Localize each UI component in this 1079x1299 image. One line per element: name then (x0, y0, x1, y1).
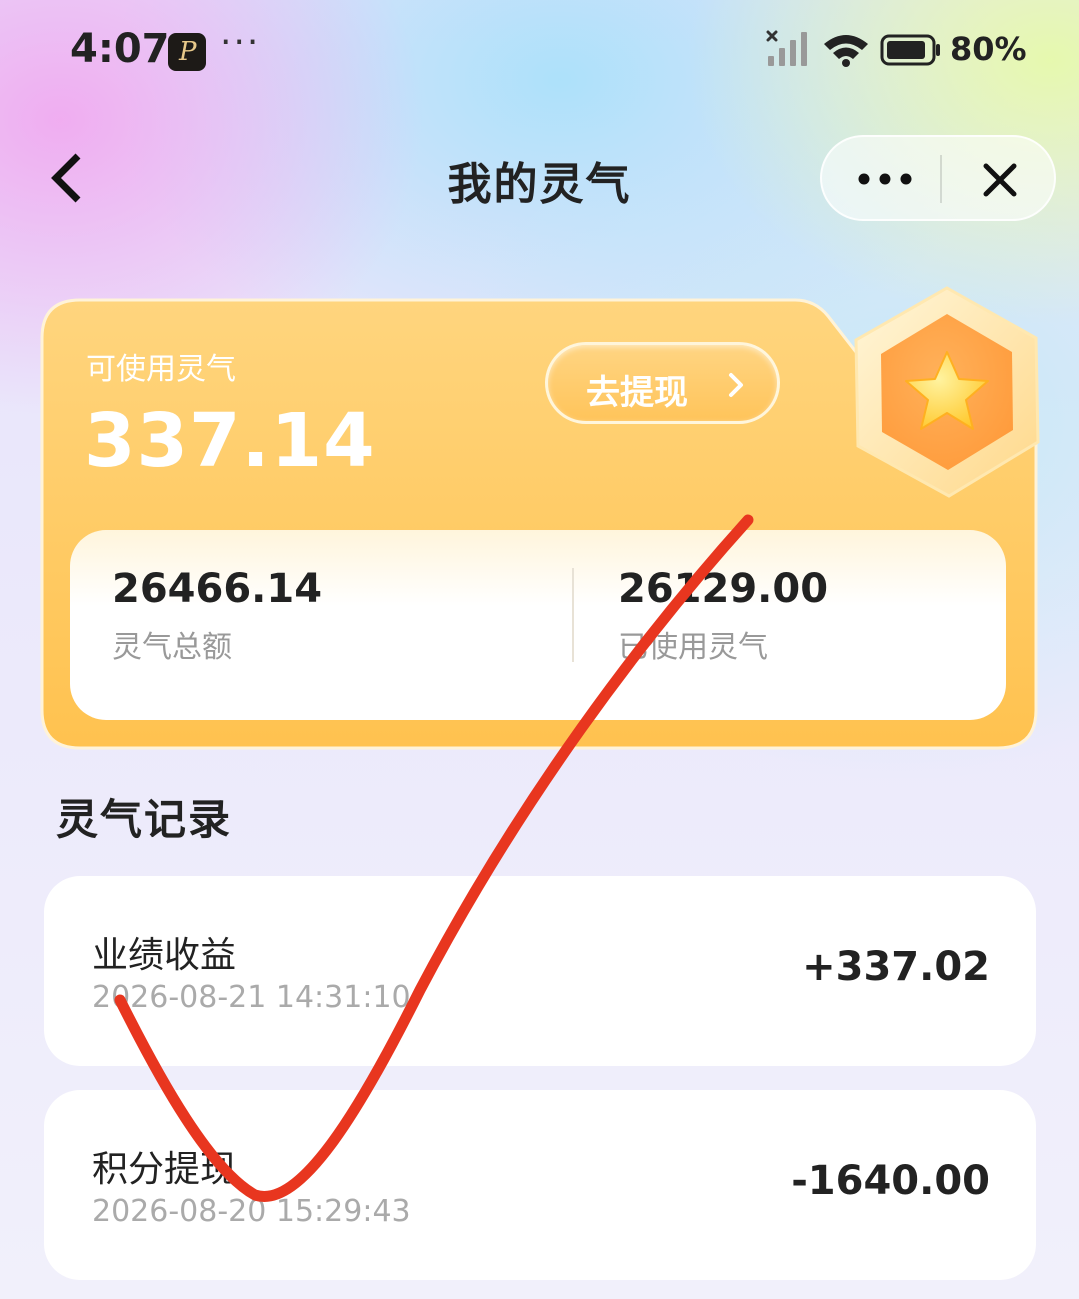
record-time: 2026-08-21 14:31:10 (92, 980, 411, 1015)
record-item[interactable]: 积分提现 2026-08-20 15:29:43 -1640.00 (44, 1090, 1036, 1280)
more-icon[interactable] (850, 151, 920, 207)
battery-percentage: 80% (950, 30, 1027, 68)
chevron-right-icon (729, 373, 743, 397)
more-notifications-indicator: ··· (220, 22, 261, 63)
record-amount: +337.02 (802, 944, 990, 990)
status-time: 4:07 (70, 26, 170, 72)
used-value: 26129.00 (618, 566, 829, 612)
capsule-divider (940, 155, 942, 203)
available-value: 337.14 (84, 398, 376, 484)
mini-program-capsule (820, 135, 1056, 221)
total-value: 26466.14 (112, 566, 323, 612)
record-amount: -1640.00 (791, 1158, 990, 1204)
star-badge-icon (854, 286, 1040, 498)
summary-divider (572, 568, 574, 662)
app-notification-letter: P (179, 37, 197, 67)
close-icon[interactable] (972, 155, 1028, 205)
total-label: 灵气总额 (112, 630, 232, 665)
record-title: 积分提现 (92, 1149, 237, 1190)
withdraw-label: 去提现 (586, 373, 688, 413)
signal-icon (766, 30, 807, 66)
record-item[interactable]: 业绩收益 2026-08-21 14:31:10 +337.02 (44, 876, 1036, 1066)
app-notification-icon: P (168, 33, 206, 71)
balance-summary: 26466.14 灵气总额 26129.00 已使用灵气 (70, 530, 1006, 720)
records-title: 灵气记录 (56, 795, 233, 844)
record-time: 2026-08-20 15:29:43 (92, 1194, 411, 1229)
used-label: 已使用灵气 (618, 630, 768, 665)
wifi-icon (824, 35, 868, 67)
balance-card: 可使用灵气 337.14 去提现 26466.14 灵气总额 26129.00 … (40, 286, 1040, 750)
record-title: 业绩收益 (92, 935, 237, 976)
battery-icon (880, 34, 940, 66)
available-label: 可使用灵气 (86, 352, 236, 387)
status-bar: 4:07 P ··· 80% (0, 0, 1079, 100)
withdraw-button[interactable]: 去提现 (545, 342, 780, 424)
